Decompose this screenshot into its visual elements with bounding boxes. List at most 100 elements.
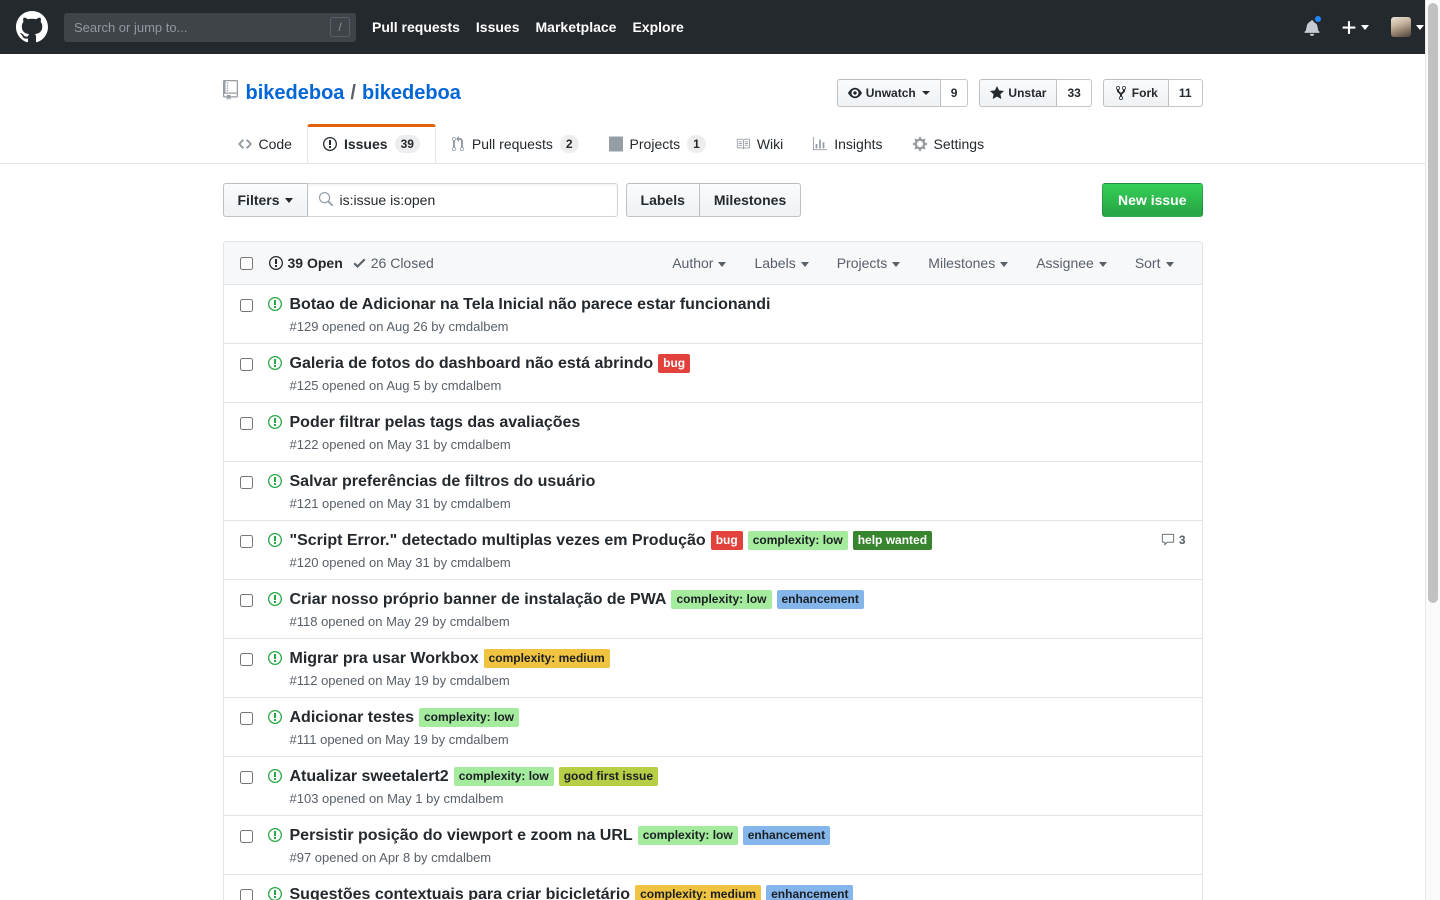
milestones-button[interactable]: Milestones xyxy=(700,183,801,217)
issue-icon xyxy=(268,355,282,371)
pr-icon xyxy=(451,136,465,152)
unstar-button[interactable]: Unstar xyxy=(979,79,1057,107)
top-nav: Pull requests Issues Marketplace Explore xyxy=(372,19,684,35)
issue-label-complexity-low[interactable]: complexity: low xyxy=(638,826,738,845)
open-issues-filter[interactable]: 39 Open xyxy=(269,255,343,271)
tab-insights[interactable]: Insights xyxy=(798,124,897,163)
filter-milestones[interactable]: Milestones xyxy=(928,255,1008,271)
top-nav-marketplace[interactable]: Marketplace xyxy=(536,19,617,35)
unread-notification-dot xyxy=(1313,14,1323,24)
table-filters: Author Labels Projects Milestones Assignee So… xyxy=(672,255,1173,271)
notifications-button[interactable] xyxy=(1304,19,1320,36)
issue-opened-icon xyxy=(268,650,282,666)
issue-checkbox[interactable] xyxy=(240,594,253,607)
issue-title-link[interactable]: Adicionar testes xyxy=(290,707,414,728)
issue-title-link[interactable]: Botao de Adicionar na Tela Inicial não p… xyxy=(290,294,771,315)
top-search-input[interactable] xyxy=(64,13,356,42)
filter-author[interactable]: Author xyxy=(672,255,726,271)
top-nav-pull-requests[interactable]: Pull requests xyxy=(372,19,460,35)
scrollbar[interactable] xyxy=(1425,0,1440,900)
issue-label-enhancement[interactable]: enhancement xyxy=(777,590,864,609)
issue-title-link[interactable]: Persistir posição do viewport e zoom na … xyxy=(290,825,633,846)
repo-header: bikedeboa / bikedeboa Unwatch 9 Unstar 3… xyxy=(223,54,1203,107)
issue-label-enhancement[interactable]: enhancement xyxy=(743,826,830,845)
issue-checkbox[interactable] xyxy=(240,653,253,666)
unwatch-count[interactable]: 9 xyxy=(941,79,969,107)
issue-checkbox[interactable] xyxy=(240,535,253,548)
repo-icon xyxy=(223,80,238,106)
issue-title-link[interactable]: Sugestões contextuais para criar bicicle… xyxy=(290,884,631,900)
issue-main: Atualizar sweetalert2 complexity: low good… xyxy=(290,766,1186,807)
create-new-menu[interactable] xyxy=(1342,19,1369,36)
repo-name-link[interactable]: bikedeboa xyxy=(362,82,461,105)
chevron-down-icon xyxy=(1361,25,1369,30)
issue-opened-icon xyxy=(268,296,282,312)
issue-checkbox[interactable] xyxy=(240,299,253,312)
tab-issues[interactable]: Issues 39 xyxy=(307,124,436,164)
new-issue-button[interactable]: New issue xyxy=(1102,183,1202,217)
issue-title-link[interactable]: Atualizar sweetalert2 xyxy=(290,766,449,787)
issue-label-complexity-medium[interactable]: complexity: medium xyxy=(484,649,610,668)
issue-icon xyxy=(323,136,337,152)
chevron-down-icon xyxy=(718,262,726,267)
issue-label-complexity-medium[interactable]: complexity: medium xyxy=(635,885,761,900)
issue-title-link[interactable]: Criar nosso próprio banner de instalação… xyxy=(290,589,667,610)
fork-button[interactable]: Fork xyxy=(1103,79,1169,107)
issues-search-input[interactable] xyxy=(308,183,618,217)
tab-wiki[interactable]: Wiki xyxy=(721,124,798,163)
labels-button[interactable]: Labels xyxy=(626,183,700,217)
issue-label-bug[interactable]: bug xyxy=(711,531,743,550)
check-icon xyxy=(353,255,366,271)
unwatch-button[interactable]: Unwatch xyxy=(837,79,941,107)
tab-code[interactable]: Code xyxy=(223,124,307,163)
issue-label-help-wanted[interactable]: help wanted xyxy=(853,531,932,550)
filter-sort[interactable]: Sort xyxy=(1135,255,1174,271)
user-menu[interactable] xyxy=(1391,17,1424,37)
top-nav-issues[interactable]: Issues xyxy=(476,19,520,35)
issue-checkbox[interactable] xyxy=(240,712,253,725)
issue-label-complexity-low[interactable]: complexity: low xyxy=(748,531,848,550)
issue-main: "Script Error." detectado multiplas veze… xyxy=(290,530,1161,571)
issue-label-bug[interactable]: bug xyxy=(658,354,690,373)
tab-pull-requests[interactable]: Pull requests 2 xyxy=(436,124,594,163)
filter-projects[interactable]: Projects xyxy=(837,255,901,271)
issue-label-complexity-low[interactable]: complexity: low xyxy=(419,708,519,727)
closed-issues-filter[interactable]: 26 Closed xyxy=(353,255,434,271)
issue-title-link[interactable]: "Script Error." detectado multiplas veze… xyxy=(290,530,706,551)
issue-meta: #121 opened on May 31 by cmdalbem xyxy=(290,496,1186,512)
issue-label-good-first-issue[interactable]: good first issue xyxy=(559,767,658,786)
repo-owner-link[interactable]: bikedeboa xyxy=(246,82,345,105)
issue-checkbox[interactable] xyxy=(240,358,253,371)
issue-opened-icon xyxy=(268,709,282,725)
issue-checkbox[interactable] xyxy=(240,830,253,843)
filter-labels[interactable]: Labels xyxy=(754,255,808,271)
issue-checkbox[interactable] xyxy=(240,771,253,784)
issue-label-enhancement[interactable]: enhancement xyxy=(766,885,853,900)
unstar-count[interactable]: 33 xyxy=(1057,79,1091,107)
issue-icon xyxy=(268,591,282,607)
issue-title-link[interactable]: Poder filtrar pelas tags das avaliações xyxy=(290,412,581,433)
filters-dropdown-button[interactable]: Filters xyxy=(223,183,308,217)
comment-count[interactable]: 3 xyxy=(1161,533,1186,547)
labels-milestones-group: Labels Milestones xyxy=(626,183,802,217)
issue-label-complexity-low[interactable]: complexity: low xyxy=(671,590,771,609)
fork-count[interactable]: 11 xyxy=(1169,79,1203,107)
top-nav-explore[interactable]: Explore xyxy=(632,19,683,35)
tab-settings[interactable]: Settings xyxy=(898,124,1000,163)
scrollbar-thumb[interactable] xyxy=(1428,3,1438,603)
issue-checkbox[interactable] xyxy=(240,476,253,489)
issue-checkbox[interactable] xyxy=(240,417,253,430)
issue-title-link[interactable]: Salvar preferências de filtros do usuári… xyxy=(290,471,596,492)
issue-label-complexity-low[interactable]: complexity: low xyxy=(454,767,554,786)
select-all-checkbox[interactable] xyxy=(240,257,253,270)
issue-title-link[interactable]: Galeria de fotos do dashboard não está a… xyxy=(290,353,654,374)
issue-icon xyxy=(268,886,282,900)
issue-row: Adicionar testescomplexity: low #111 ope… xyxy=(224,697,1202,756)
issue-icon xyxy=(268,768,282,784)
tab-projects[interactable]: Projects 1 xyxy=(594,124,721,163)
issue-main: Salvar preferências de filtros do usuári… xyxy=(290,471,1186,512)
issue-title-link[interactable]: Migrar pra usar Workbox xyxy=(290,648,479,669)
filter-assignee[interactable]: Assignee xyxy=(1036,255,1107,271)
issue-checkbox[interactable] xyxy=(240,889,253,900)
github-logo[interactable] xyxy=(16,11,48,43)
